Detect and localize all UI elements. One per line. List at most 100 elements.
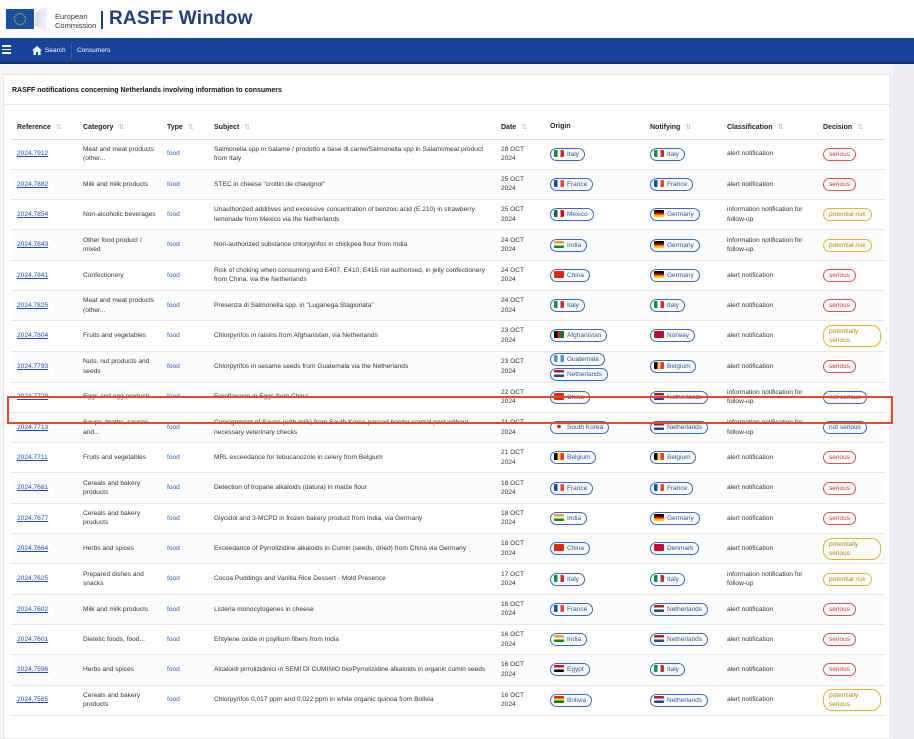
reference-cell[interactable]: 2024.7596	[11, 654, 77, 686]
sort-icon[interactable]: ⇅	[118, 124, 124, 131]
column-header-subject[interactable]: Subject ⇅	[208, 115, 495, 140]
sort-icon[interactable]: ⇅	[56, 124, 62, 131]
table-row[interactable]: 2024.7596 Herbs and spices food Alcaloidi p…	[11, 654, 885, 686]
country-badge[interactable]: Norway	[650, 329, 696, 343]
column-header-notifying[interactable]: Notifying ⇅	[644, 115, 721, 140]
country-badge[interactable]: Italy	[650, 572, 685, 586]
reference-link[interactable]: 2024.7713	[17, 424, 48, 431]
table-row[interactable]: 2024.7664 Herbs and spices food Exceedance …	[11, 533, 885, 565]
sort-icon[interactable]: ⇅	[188, 124, 194, 131]
reference-link[interactable]: 2024.7711	[17, 454, 48, 461]
country-badge[interactable]: China	[550, 390, 590, 404]
nav-search-link[interactable]: Search	[45, 47, 66, 54]
country-badge[interactable]: France	[650, 177, 694, 191]
table-row[interactable]: 2024.7713 Soups, broths, sauces and... foo…	[11, 412, 885, 444]
country-badge[interactable]: Italy	[550, 572, 585, 586]
reference-cell[interactable]: 2024.7825	[11, 290, 77, 322]
reference-cell[interactable]: 2024.7793	[11, 351, 77, 383]
sort-icon[interactable]: ⇅	[685, 124, 691, 131]
reference-link[interactable]: 2024.7596	[17, 666, 48, 673]
reference-link[interactable]: 2024.7625	[17, 575, 48, 582]
country-badge[interactable]: Germany	[650, 208, 700, 222]
table-row[interactable]: 2024.7729 Eggs and egg products food Enrofl…	[11, 382, 885, 413]
reference-cell[interactable]: 2024.7664	[11, 533, 77, 565]
table-row[interactable]: 2024.7677 Cereals and bakery products food…	[11, 503, 885, 535]
reference-cell[interactable]: 2024.7882	[11, 169, 77, 201]
reference-cell[interactable]: 2024.7854	[11, 199, 77, 231]
country-badge[interactable]: France	[550, 177, 594, 191]
reference-link[interactable]: 2024.7804	[17, 332, 48, 339]
table-row[interactable]: 2024.7841 Confectionery food Risk of chokin…	[11, 260, 885, 291]
reference-link[interactable]: 2024.7601	[17, 636, 48, 643]
country-badge[interactable]: Italy	[650, 663, 685, 677]
eu-commission-logo-text[interactable]: European Commission	[55, 12, 96, 30]
column-header-date[interactable]: Date ⇅	[495, 115, 544, 140]
table-row[interactable]: 2024.7882 Milk and milk products food STEC …	[11, 169, 885, 201]
country-badge[interactable]: China	[550, 542, 590, 556]
reference-link[interactable]: 2024.7602	[17, 606, 48, 613]
country-badge[interactable]: France	[650, 481, 694, 495]
table-row[interactable]: 2024.7843 Other food product / mixed food N…	[11, 229, 885, 261]
country-badge[interactable]: South Korea	[550, 421, 610, 435]
reference-cell[interactable]: 2024.7912	[11, 139, 77, 170]
reference-cell[interactable]: 2024.7677	[11, 503, 77, 535]
table-row[interactable]: 2024.7912 Meat and meat products (other..…	[11, 139, 885, 170]
country-badge[interactable]: Netherlands	[550, 367, 609, 381]
reference-cell[interactable]: 2024.7625	[11, 563, 77, 595]
country-badge[interactable]: Belgium	[550, 451, 597, 465]
column-header-decision[interactable]: Decision ⇅	[817, 115, 885, 140]
country-badge[interactable]: France	[550, 602, 594, 616]
column-header-type[interactable]: Type ⇅	[161, 115, 208, 140]
reference-link[interactable]: 2024.7729	[17, 393, 48, 400]
table-row[interactable]: 2024.7854 Non-alcoholic beverages food Unau…	[11, 199, 885, 231]
reference-cell[interactable]: 2024.7711	[11, 442, 77, 474]
table-row[interactable]: 2024.7793 Nuts, nut products and seeds foo…	[11, 351, 885, 383]
reference-link[interactable]: 2024.7882	[17, 181, 48, 188]
country-badge[interactable]: India	[550, 238, 588, 252]
table-row[interactable]: 2024.7625 Prepared dishes and snacks food C…	[11, 563, 885, 595]
country-badge[interactable]: Guatemala	[550, 352, 605, 366]
country-badge[interactable]: Netherlands	[650, 602, 709, 616]
table-row[interactable]: 2024.7711 Fruits and vegetables food MRL ex…	[11, 442, 885, 474]
reference-link[interactable]: 2024.7664	[17, 545, 48, 552]
column-header-origin[interactable]: Origin	[544, 115, 644, 140]
country-badge[interactable]: Denmark	[650, 542, 700, 556]
reference-link[interactable]: 2024.7843	[17, 241, 48, 248]
country-badge[interactable]: Belgium	[650, 360, 697, 374]
sort-icon[interactable]: ⇅	[778, 124, 784, 131]
country-badge[interactable]: Italy	[550, 299, 585, 313]
country-badge[interactable]: Mexico	[550, 208, 594, 222]
country-badge[interactable]: Germany	[650, 238, 700, 252]
country-badge[interactable]: China	[550, 268, 590, 282]
column-header-category[interactable]: Category ⇅	[77, 115, 161, 140]
country-badge[interactable]: Netherlands	[650, 390, 709, 404]
table-row[interactable]: 2024.7602 Milk and milk products food Liste…	[11, 594, 885, 625]
country-badge[interactable]: Bolivia	[550, 693, 593, 707]
sort-icon[interactable]: ⇅	[857, 124, 863, 131]
sort-icon[interactable]: ⇅	[244, 124, 250, 131]
reference-cell[interactable]: 2024.7602	[11, 594, 77, 625]
reference-cell[interactable]: 2024.7601	[11, 624, 77, 656]
reference-link[interactable]: 2024.7677	[17, 515, 48, 522]
reference-link[interactable]: 2024.7912	[17, 150, 48, 157]
home-icon[interactable]	[32, 46, 42, 55]
table-row[interactable]: 2024.7804 Fruits and vegetables food Chlorp…	[11, 320, 885, 352]
table-row[interactable]: 2024.7825 Meat and meat products (other..…	[11, 290, 885, 322]
country-badge[interactable]: India	[550, 511, 588, 525]
reference-link[interactable]: 2024.7585	[17, 696, 48, 703]
table-row[interactable]: 2024.7681 Cereals and bakery products food…	[11, 472, 885, 504]
country-badge[interactable]: France	[550, 481, 594, 495]
country-badge[interactable]: Netherlands	[650, 421, 709, 435]
country-badge[interactable]: Germany	[650, 511, 700, 525]
reference-link[interactable]: 2024.7793	[17, 363, 48, 370]
menu-icon[interactable]	[2, 45, 11, 54]
reference-cell[interactable]: 2024.7713	[11, 412, 77, 444]
country-badge[interactable]: Belgium	[650, 451, 697, 465]
table-row[interactable]: 2024.7585 Cereals and bakery products food…	[11, 685, 885, 716]
column-header-reference[interactable]: Reference ⇅	[11, 115, 77, 140]
reference-cell[interactable]: 2024.7729	[11, 382, 77, 413]
country-badge[interactable]: Netherlands	[650, 693, 709, 707]
country-badge[interactable]: India	[550, 633, 588, 647]
reference-cell[interactable]: 2024.7681	[11, 472, 77, 504]
reference-cell[interactable]: 2024.7804	[11, 320, 77, 352]
